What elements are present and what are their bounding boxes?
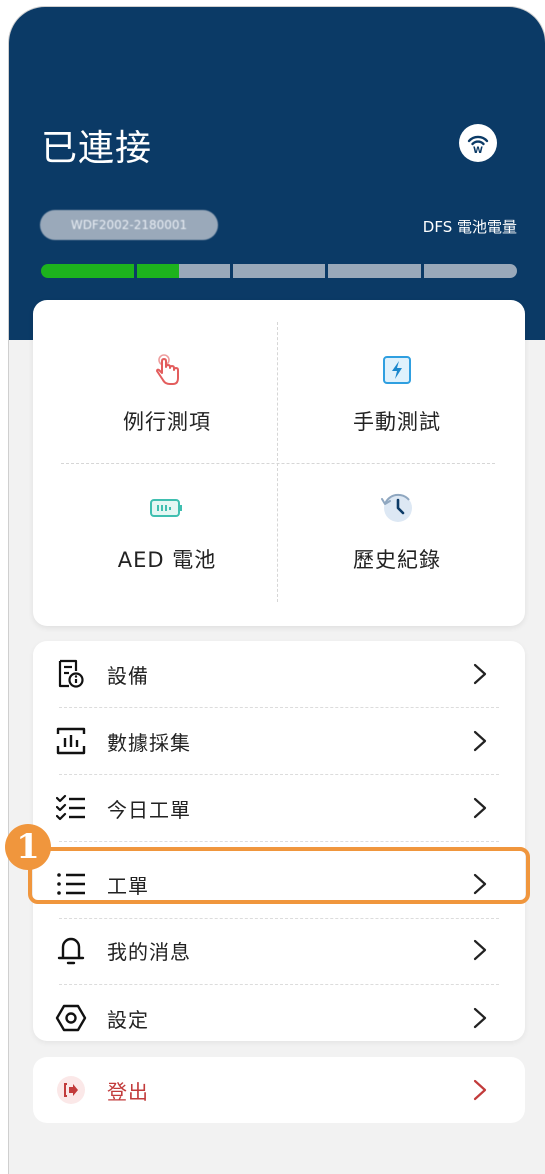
checklist-icon <box>55 792 87 824</box>
connection-header: 已連接 W WDF2002-2180001 DFS 電池電量 <box>9 7 545 340</box>
quick-action-label: 例行測項 <box>123 410 211 434</box>
quick-action-label: 手動測試 <box>353 410 441 434</box>
bell-icon <box>55 934 87 966</box>
menu-item-my-messages[interactable]: 我的消息 <box>33 917 525 983</box>
battery-segment <box>328 264 422 278</box>
menu-item-label: 設定 <box>107 1007 149 1032</box>
battery-icon <box>147 488 187 528</box>
menu-item-label: 今日工單 <box>107 797 191 822</box>
phone-frame: 已連接 W WDF2002-2180001 DFS 電池電量 例行測項 手動測試… <box>9 7 545 1174</box>
quick-action-label: AED 電池 <box>117 548 217 572</box>
quick-action-history[interactable]: 歷史紀錄 <box>287 488 507 608</box>
tap-hand-icon <box>147 350 187 390</box>
logout-button[interactable]: 登出 <box>33 1057 525 1123</box>
menu-item-today-work-orders[interactable]: 今日工單 <box>33 775 525 841</box>
chevron-right-icon <box>471 729 489 753</box>
menu-item-label: 我的消息 <box>107 939 191 964</box>
quick-action-manual-test[interactable]: 手動測試 <box>287 350 507 470</box>
main-menu: 設備 數據採集 今日工單 工單 我的消息 設定 <box>33 641 525 1041</box>
logout-row: 登出 <box>33 1057 525 1123</box>
chevron-right-icon <box>471 1078 489 1102</box>
step-number-badge: 1 <box>5 824 51 870</box>
menu-item-label: 設備 <box>107 663 149 688</box>
menu-item-settings[interactable]: 設定 <box>33 985 525 1051</box>
menu-item-data-collection[interactable]: 數據採集 <box>33 708 525 774</box>
battery-segment <box>232 264 326 278</box>
battery-segment <box>41 264 134 278</box>
logout-icon <box>55 1074 87 1106</box>
settings-hex-icon <box>55 1002 87 1034</box>
data-chart-icon <box>55 725 87 757</box>
menu-divider <box>59 841 499 842</box>
lightning-card-icon <box>377 350 417 390</box>
menu-item-label: 數據採集 <box>107 730 191 755</box>
chevron-right-icon <box>471 662 489 686</box>
connection-status-title: 已連接 <box>41 128 153 169</box>
wifi-icon[interactable]: W <box>459 124 497 162</box>
menu-item-device[interactable]: 設備 <box>33 641 525 707</box>
chevron-right-icon <box>471 1006 489 1030</box>
quick-action-aed-battery[interactable]: AED 電池 <box>57 488 277 608</box>
history-clock-icon <box>377 488 417 528</box>
logout-label: 登出 <box>107 1079 149 1104</box>
battery-segment <box>136 264 230 278</box>
battery-level-bar <box>41 264 517 278</box>
quick-actions-card: 例行測項 手動測試 AED 電池 歷史紀錄 <box>33 300 525 626</box>
svg-text:W: W <box>473 146 483 156</box>
battery-label: DFS 電池電量 <box>422 218 517 236</box>
grid-divider-vertical <box>277 322 278 602</box>
work-orders-highlight <box>28 847 530 904</box>
device-info-icon <box>55 658 87 690</box>
quick-action-label: 歷史紀錄 <box>353 548 441 572</box>
serial-number-badge: WDF2002-2180001 <box>40 210 218 240</box>
chevron-right-icon <box>471 938 489 962</box>
battery-segment <box>424 264 517 278</box>
chevron-right-icon <box>471 796 489 820</box>
quick-action-routine-test[interactable]: 例行測項 <box>57 350 277 470</box>
